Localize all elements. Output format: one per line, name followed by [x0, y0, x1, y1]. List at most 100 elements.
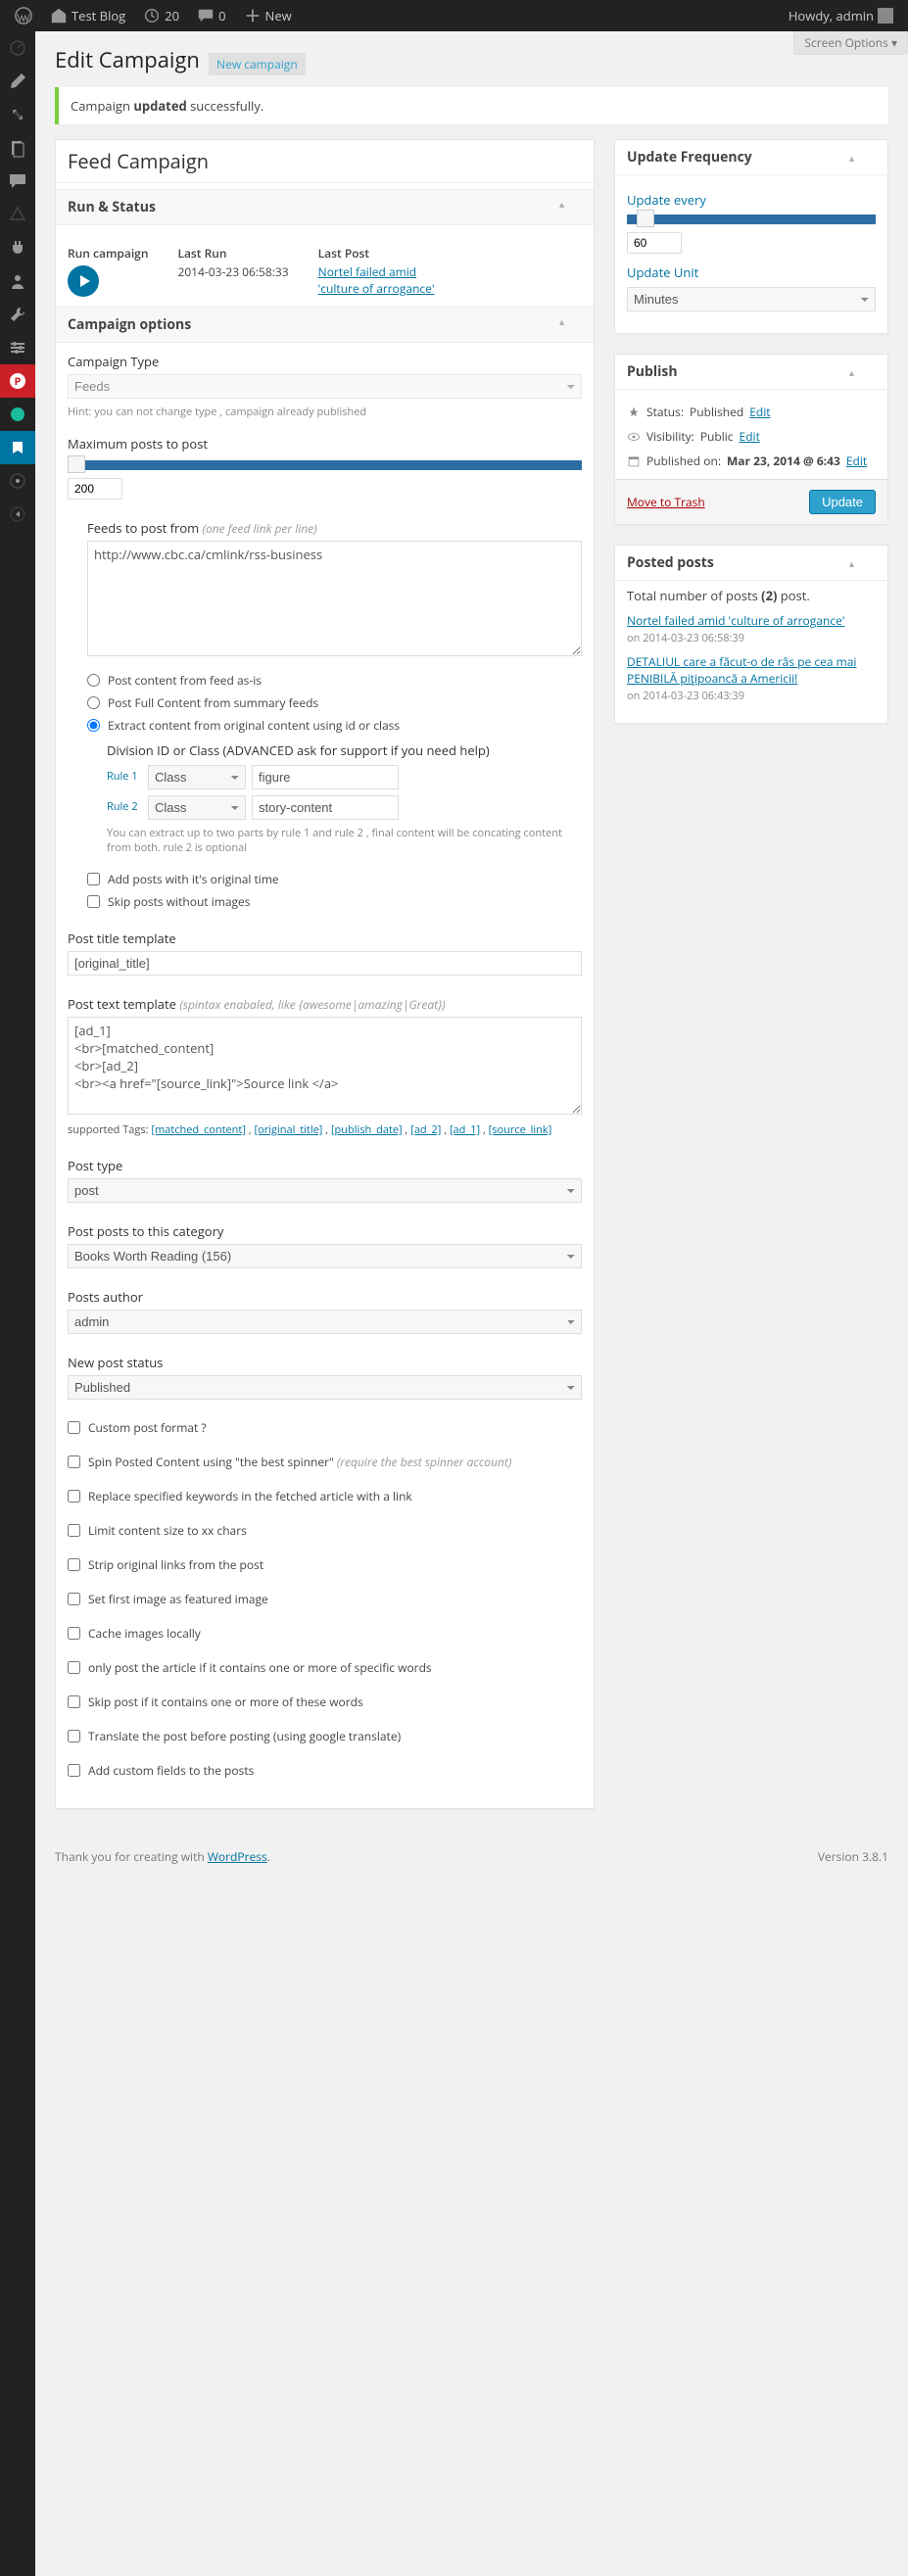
collapse-icon[interactable] [559, 311, 586, 341]
rule2-type-select[interactable]: Class [148, 795, 246, 820]
menu-tools[interactable] [0, 298, 35, 331]
update-frequency-header[interactable]: Update Frequency [615, 140, 887, 175]
menu-plugin2[interactable] [0, 464, 35, 498]
campaign-title-input[interactable]: Feed Campaign [56, 140, 594, 183]
option-checkbox-7[interactable] [68, 1661, 80, 1674]
last-run-value: 2014-03-23 06:58:33 [177, 263, 288, 280]
page-title: Edit Campaign [55, 31, 200, 82]
option-checkbox-3[interactable] [68, 1524, 80, 1537]
menu-settings[interactable] [0, 331, 35, 364]
radio-asis[interactable] [87, 674, 100, 687]
category-select[interactable]: Books Worth Reading (156) [68, 1244, 582, 1268]
max-posts-input[interactable] [68, 478, 122, 500]
option-row: Cache images locally [68, 1625, 582, 1642]
menu-collapse[interactable] [0, 498, 35, 531]
radio-extract[interactable] [87, 719, 100, 732]
option-row: Replace specified keywords in the fetche… [68, 1488, 582, 1504]
option-checkbox-6[interactable] [68, 1627, 80, 1640]
last-post-link[interactable]: Nortel failed amid 'culture of arrogance… [318, 263, 435, 297]
menu-comments[interactable] [0, 165, 35, 198]
posted-posts-header[interactable]: Posted posts [615, 546, 887, 581]
radio-full[interactable] [87, 696, 100, 709]
menu-appearance[interactable] [0, 198, 35, 231]
collapse-icon[interactable] [559, 194, 586, 223]
menu-pinterest[interactable]: P [0, 364, 35, 398]
option-checkbox-0[interactable] [68, 1421, 80, 1434]
svg-text:P: P [15, 374, 22, 389]
posted-posts-box: Posted posts Total number of posts (2) p… [614, 545, 888, 724]
title-template-input[interactable] [68, 951, 582, 976]
new-campaign-button[interactable]: New campaign [209, 53, 306, 75]
updates-link[interactable]: 20 [136, 0, 186, 31]
update-every-input[interactable] [627, 232, 682, 254]
collapse-icon[interactable] [849, 362, 876, 392]
post-type-select[interactable]: post [68, 1178, 582, 1203]
wp-logo[interactable] [8, 0, 39, 31]
campaign-type-label: Campaign Type [68, 353, 582, 370]
posted-item: Nortel failed amid 'culture of arrogance… [627, 612, 876, 645]
option-checkbox-1[interactable] [68, 1455, 80, 1468]
howdy-account[interactable]: Howdy, admin [782, 0, 900, 31]
slider-handle[interactable] [637, 210, 654, 227]
menu-plugins[interactable] [0, 231, 35, 264]
site-link[interactable]: Test Blog [43, 0, 132, 31]
move-to-trash-link[interactable]: Move to Trash [627, 494, 705, 510]
menu-dashboard[interactable] [0, 31, 35, 65]
check-skip-noimage[interactable] [87, 895, 100, 908]
check-original-time[interactable] [87, 873, 100, 885]
screen-options-button[interactable]: Screen Options [793, 31, 908, 55]
avatar [878, 8, 893, 24]
menu-posts[interactable] [0, 65, 35, 98]
feeds-textarea[interactable]: http://www.cbc.ca/cmlink/rss-business [87, 541, 582, 656]
publish-status-row: Status: Published Edit [627, 404, 876, 420]
pin-icon [627, 405, 641, 419]
collapse-icon[interactable] [849, 553, 876, 583]
last-run-label: Last Run [177, 245, 288, 262]
menu-media[interactable] [0, 98, 35, 131]
collapse-icon[interactable] [849, 148, 876, 177]
publish-box: Publish Status: Published Edit Visibilit… [614, 354, 888, 525]
option-checkbox-9[interactable] [68, 1730, 80, 1742]
edit-visibility-link[interactable]: Edit [740, 428, 760, 445]
posted-link[interactable]: Nortel failed amid 'culture of arrogance… [627, 612, 844, 629]
new-link[interactable]: New [237, 0, 299, 31]
menu-pages[interactable] [0, 131, 35, 165]
run-campaign-button[interactable] [68, 265, 99, 297]
option-checkbox-5[interactable] [68, 1593, 80, 1605]
edit-status-link[interactable]: Edit [749, 404, 770, 420]
rule1-value-input[interactable] [252, 765, 399, 789]
campaign-options-header[interactable]: Campaign options [56, 307, 594, 343]
wordpress-link[interactable]: WordPress [208, 1848, 267, 1865]
author-select[interactable]: admin [68, 1310, 582, 1334]
publish-header[interactable]: Publish [615, 355, 887, 390]
option-checkbox-8[interactable] [68, 1695, 80, 1708]
option-row: Strip original links from the post [68, 1556, 582, 1573]
status-select[interactable]: Published [68, 1375, 582, 1400]
update-button[interactable]: Update [809, 490, 876, 514]
option-checkbox-10[interactable] [68, 1764, 80, 1777]
rule2-label: Rule 2 [107, 801, 142, 813]
success-notice: Campaign updated successfully. [55, 87, 888, 124]
supported-tags: supported Tags: [matched_content] , [ori… [68, 1122, 582, 1137]
publish-date-row: Published on: Mar 23, 2014 @ 6:43 Edit [627, 453, 876, 469]
max-posts-slider[interactable] [68, 460, 582, 470]
menu-plugin1[interactable] [0, 398, 35, 431]
option-checkbox-2[interactable] [68, 1490, 80, 1503]
update-every-slider[interactable] [627, 215, 876, 224]
rule2-value-input[interactable] [252, 795, 399, 820]
update-unit-label: Update Unit [627, 263, 876, 281]
option-row: Translate the post before posting (using… [68, 1728, 582, 1744]
menu-users[interactable] [0, 264, 35, 298]
slider-handle[interactable] [68, 455, 85, 473]
option-checkbox-4[interactable] [68, 1558, 80, 1571]
menu-campaigns[interactable] [0, 431, 35, 464]
text-template-textarea[interactable]: [ad_1] <br>[matched_content] <br>[ad_2] … [68, 1017, 582, 1115]
division-label: Division ID or Class (ADVANCED ask for s… [107, 741, 582, 759]
rule1-type-select[interactable]: Class [148, 765, 246, 789]
status-label: New post status [68, 1354, 582, 1371]
edit-date-link[interactable]: Edit [846, 453, 867, 469]
update-unit-select[interactable]: Minutes [627, 287, 876, 311]
comments-link[interactable]: 0 [190, 0, 232, 31]
run-status-header[interactable]: Run & Status [56, 189, 594, 225]
posted-link[interactable]: DETALIUL care a făcut-o de râs pe cea ma… [627, 653, 856, 687]
